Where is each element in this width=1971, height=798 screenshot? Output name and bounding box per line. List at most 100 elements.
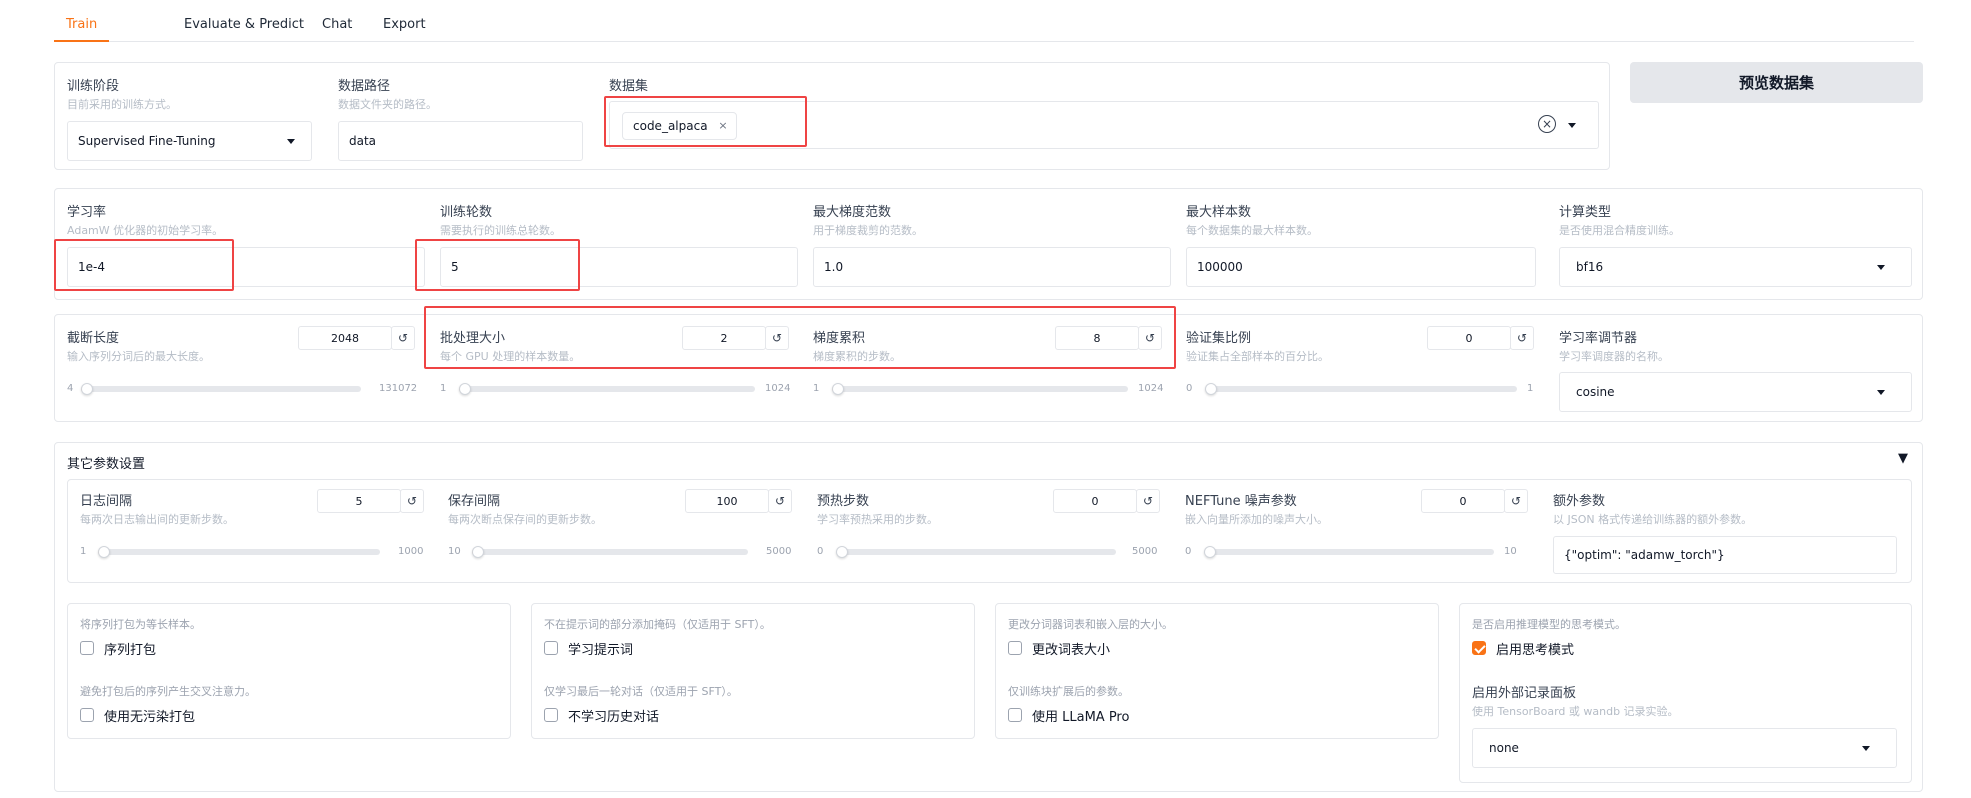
- mask-history-checkbox[interactable]: [544, 708, 558, 722]
- stage-select[interactable]: Supervised Fine-Tuning: [67, 121, 312, 161]
- slider-thumb[interactable]: [832, 383, 844, 395]
- train-on-prompt-label[interactable]: 学习提示词: [568, 639, 633, 658]
- preview-dataset-button[interactable]: 预览数据集: [1630, 62, 1923, 103]
- mask-history-info: 仅学习最后一轮对话（仅适用于 SFT）。: [544, 685, 738, 698]
- lr-scheduler-select[interactable]: cosine: [1559, 372, 1912, 412]
- save-steps-number-input[interactable]: 100: [685, 489, 769, 513]
- batch-size-min: 1: [440, 383, 447, 394]
- grad-accum-slider[interactable]: [832, 383, 1128, 395]
- dataset-tag: code_alpaca ×: [622, 112, 737, 140]
- logging-steps-slider[interactable]: [98, 546, 380, 558]
- reset-icon[interactable]: ↺: [1510, 326, 1534, 350]
- other-params-title[interactable]: 其它参数设置: [67, 453, 145, 472]
- compute-type-info: 是否使用混合精度训练。: [1559, 224, 1680, 237]
- packing-label[interactable]: 序列打包: [104, 639, 156, 658]
- llama-pro-checkbox[interactable]: [1008, 708, 1022, 722]
- reset-icon[interactable]: ↺: [1136, 489, 1160, 513]
- val-size-slider[interactable]: [1205, 383, 1517, 395]
- max-samples-info: 每个数据集的最大样本数。: [1186, 224, 1318, 237]
- reset-icon[interactable]: ↺: [391, 326, 415, 350]
- max-grad-norm-input[interactable]: 1.0: [813, 247, 1171, 287]
- neftune-info: 嵌入向量所添加的噪声大小。: [1185, 513, 1328, 526]
- tab-train[interactable]: Train: [54, 14, 110, 42]
- compute-type-select[interactable]: bf16: [1559, 247, 1912, 287]
- lr-scheduler-value: cosine: [1576, 385, 1615, 399]
- cutoff-slider[interactable]: [81, 383, 361, 395]
- warmup-steps-info: 学习率预热采用的步数。: [817, 513, 938, 526]
- neftune-number-input[interactable]: 0: [1421, 489, 1505, 513]
- report-to-info: 使用 TensorBoard 或 wandb 记录实验。: [1472, 705, 1679, 718]
- warmup-steps-number-input[interactable]: 0: [1053, 489, 1137, 513]
- logging-steps-info: 每两次日志输出间的更新步数。: [80, 513, 234, 526]
- warmup-steps-min: 0: [817, 546, 824, 557]
- batch-size-info: 每个 GPU 处理的样本数量。: [440, 350, 581, 363]
- logging-steps-label: 日志间隔: [80, 494, 133, 509]
- reset-icon[interactable]: ↺: [1138, 326, 1162, 350]
- chevron-down-icon: [1862, 746, 1870, 751]
- accordion-toggle-icon[interactable]: ▼: [1898, 451, 1908, 466]
- slider-thumb[interactable]: [836, 546, 848, 558]
- val-size-number-input[interactable]: 0: [1427, 326, 1511, 350]
- reset-icon[interactable]: ↺: [765, 326, 789, 350]
- slider-thumb[interactable]: [1205, 383, 1217, 395]
- dataset-multiselect[interactable]: code_alpaca × ×: [609, 101, 1599, 149]
- chevron-down-icon[interactable]: [1568, 123, 1576, 128]
- neat-packing-label[interactable]: 使用无污染打包: [104, 706, 195, 725]
- save-steps-slider[interactable]: [472, 546, 748, 558]
- thinking-report-group: 是否启用推理模型的思考模式。 启用思考模式 启用外部记录面板 使用 Tensor…: [1459, 603, 1912, 783]
- slider-thumb[interactable]: [81, 383, 93, 395]
- tab-evaluate-predict[interactable]: Evaluate & Predict: [172, 14, 316, 42]
- mask-history-label[interactable]: 不学习历史对话: [568, 706, 659, 725]
- training-params-row: 学习率 AdamW 优化器的初始学习率。 1e-4 训练轮数 需要执行的训练总轮…: [54, 188, 1923, 300]
- logging-steps-number-input[interactable]: 5: [317, 489, 401, 513]
- val-size-max: 1: [1527, 383, 1534, 394]
- extra-args-input[interactable]: {"optim": "adamw_torch"}: [1553, 536, 1897, 574]
- neftune-label: NEFTune 噪声参数: [1185, 494, 1297, 509]
- warmup-steps-slider[interactable]: [836, 546, 1116, 558]
- cutoff-min: 4: [67, 383, 74, 394]
- resize-vocab-info: 更改分词器词表和嵌入层的大小。: [1008, 618, 1173, 631]
- grad-accum-number-input[interactable]: 8: [1055, 326, 1139, 350]
- logging-steps-max: 1000: [398, 546, 424, 557]
- cutoff-number-input[interactable]: 2048: [298, 326, 392, 350]
- extra-args-label: 额外参数: [1553, 494, 1606, 509]
- llama-pro-label[interactable]: 使用 LLaMA Pro: [1032, 706, 1129, 725]
- reset-icon[interactable]: ↺: [400, 489, 424, 513]
- tab-export[interactable]: Export: [371, 14, 438, 42]
- learning-rate-label: 学习率: [67, 205, 107, 220]
- save-steps-label: 保存间隔: [448, 494, 501, 509]
- packing-group: 将序列打包为等长样本。 序列打包 避免打包后的序列产生交叉注意力。 使用无污染打…: [67, 603, 511, 739]
- learning-rate-input[interactable]: 1e-4: [67, 247, 425, 287]
- reset-icon[interactable]: ↺: [768, 489, 792, 513]
- batch-size-slider[interactable]: [459, 383, 755, 395]
- enable-thinking-checkbox[interactable]: [1472, 641, 1486, 655]
- slider-thumb[interactable]: [1204, 546, 1216, 558]
- batch-size-number-input[interactable]: 2: [682, 326, 766, 350]
- other-params-accordion: 其它参数设置 ▼ 日志间隔 每两次日志输出间的更新步数。 5 ↺ 1 1000 …: [54, 442, 1923, 792]
- tab-bar: Train Evaluate & Predict Chat Export: [54, 14, 1914, 42]
- train-on-prompt-checkbox[interactable]: [544, 641, 558, 655]
- epochs-input[interactable]: 5: [440, 247, 798, 287]
- prompt-group: 不在提示词的部分添加掩码（仅适用于 SFT）。 学习提示词 仅学习最后一轮对话（…: [531, 603, 975, 739]
- resize-vocab-checkbox[interactable]: [1008, 641, 1022, 655]
- tag-remove-icon[interactable]: ×: [718, 113, 727, 139]
- clear-icon[interactable]: ×: [1538, 115, 1556, 133]
- enable-thinking-label[interactable]: 启用思考模式: [1496, 639, 1574, 658]
- val-size-min: 0: [1186, 383, 1193, 394]
- max-samples-input[interactable]: 100000: [1186, 247, 1536, 287]
- learning-rate-info: AdamW 优化器的初始学习率。: [67, 224, 224, 237]
- report-to-select[interactable]: none: [1472, 728, 1897, 768]
- slider-thumb[interactable]: [472, 546, 484, 558]
- data-dir-input[interactable]: data: [338, 121, 583, 161]
- tab-chat[interactable]: Chat: [310, 14, 364, 42]
- packing-checkbox[interactable]: [80, 641, 94, 655]
- resize-vocab-label[interactable]: 更改词表大小: [1032, 639, 1110, 658]
- neat-packing-checkbox[interactable]: [80, 708, 94, 722]
- stage-value: Supervised Fine-Tuning: [78, 134, 216, 148]
- slider-thumb[interactable]: [459, 383, 471, 395]
- grad-accum-info: 梯度累积的步数。: [813, 350, 901, 363]
- slider-thumb[interactable]: [98, 546, 110, 558]
- vocab-group: 更改分词器词表和嵌入层的大小。 更改词表大小 仅训练块扩展后的参数。 使用 LL…: [995, 603, 1439, 739]
- neftune-slider[interactable]: [1204, 546, 1494, 558]
- reset-icon[interactable]: ↺: [1504, 489, 1528, 513]
